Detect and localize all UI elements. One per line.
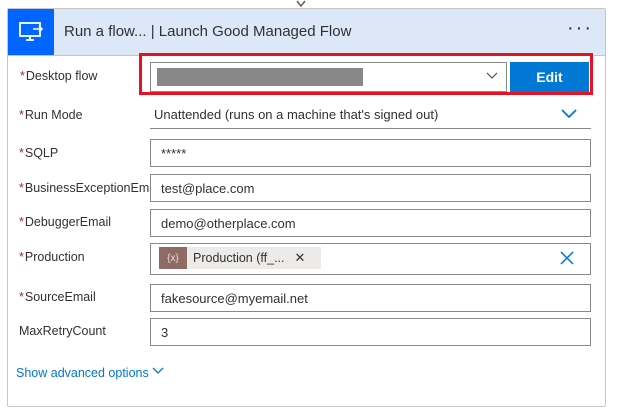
- action-title: Run a flow... | Launch Good Managed Flow: [64, 23, 352, 40]
- source-email-label: *SourceEmail: [19, 290, 96, 304]
- desktop-flow-dropdown[interactable]: [150, 62, 507, 92]
- sqlp-label: *SQLP: [19, 146, 59, 160]
- source-email-input[interactable]: fakesource@myemail.net: [150, 284, 591, 312]
- redacted-value: [157, 68, 363, 86]
- debugger-email-input[interactable]: demo@otherplace.com: [150, 209, 591, 237]
- production-token[interactable]: {x} Production (ff_... ✕: [159, 247, 321, 269]
- close-icon[interactable]: [560, 251, 574, 265]
- variable-icon: {x}: [159, 247, 187, 269]
- debugger-email-label: *DebuggerEmail: [19, 215, 112, 229]
- run-mode-dropdown[interactable]: Unattended (runs on a machine that's sig…: [150, 103, 591, 129]
- run-mode-label: *Run Mode: [19, 108, 83, 122]
- connector-arrow-icon: [296, 0, 306, 8]
- chevron-down-icon[interactable]: [152, 367, 164, 375]
- business-exception-email-input[interactable]: test@place.com: [150, 174, 591, 202]
- sqlp-input[interactable]: *****: [150, 139, 591, 167]
- max-retry-count-input[interactable]: 3: [150, 318, 591, 346]
- business-exception-email-label: *BusinessExceptionEmail: [19, 181, 162, 195]
- desktop-flow-label: *Desktop flow: [20, 69, 98, 83]
- edit-button[interactable]: Edit: [510, 62, 589, 92]
- remove-token-icon[interactable]: ✕: [295, 250, 306, 266]
- token-label: Production (ff_...: [193, 251, 285, 265]
- more-icon[interactable]: ···: [567, 17, 593, 40]
- max-retry-count-label: MaxRetryCount: [19, 324, 106, 338]
- desktop-flow-icon: [8, 9, 54, 55]
- run-mode-value: Unattended (runs on a machine that's sig…: [154, 107, 439, 122]
- show-advanced-options-link[interactable]: Show advanced options: [16, 366, 149, 380]
- production-label: *Production: [19, 250, 85, 264]
- chevron-down-icon: [486, 72, 498, 79]
- action-header[interactable]: Run a flow... | Launch Good Managed Flow…: [8, 9, 605, 56]
- chevron-down-icon: [561, 109, 577, 119]
- production-input[interactable]: {x} Production (ff_... ✕: [150, 243, 591, 275]
